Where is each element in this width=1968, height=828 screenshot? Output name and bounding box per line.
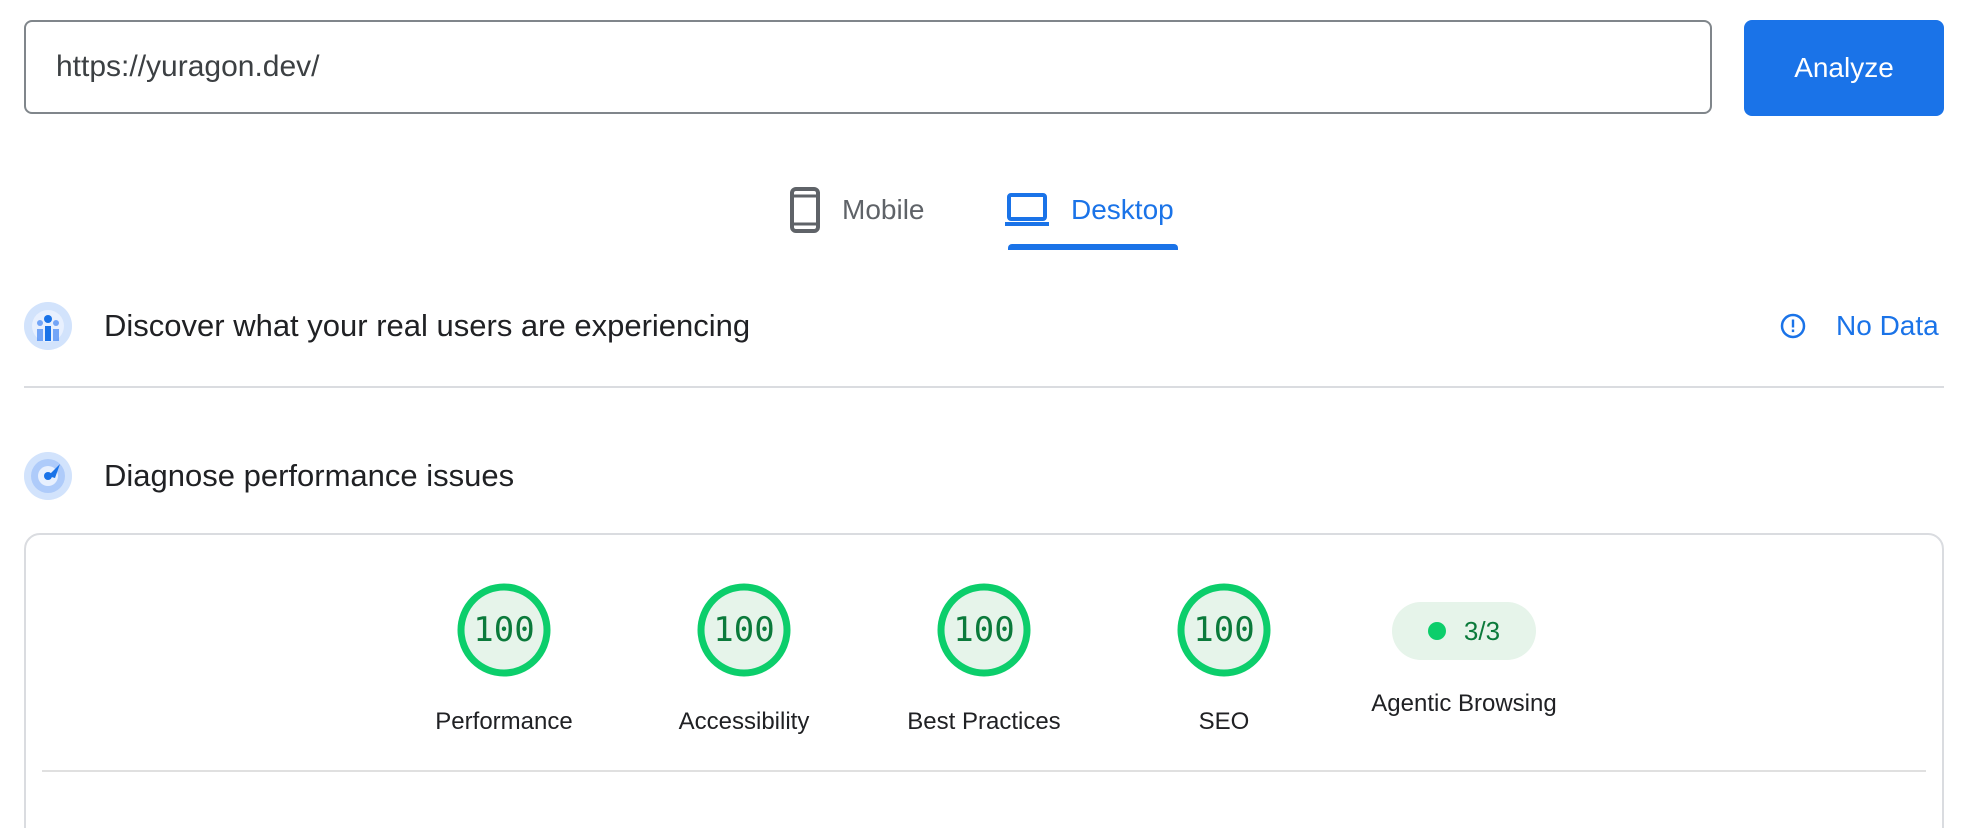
tab-mobile[interactable]: Mobile bbox=[790, 170, 924, 250]
best-practices-gauge[interactable]: 100 Best Practices bbox=[864, 582, 1104, 736]
agentic-browsing-gauge[interactable]: 3/3 Agentic Browsing bbox=[1344, 582, 1584, 718]
agentic-score: 3/3 bbox=[1463, 615, 1501, 646]
performance-score: 100 bbox=[473, 610, 535, 650]
card-divider bbox=[42, 770, 1926, 772]
crux-section-title: Discover what your real users are experi… bbox=[104, 308, 751, 343]
url-input[interactable] bbox=[24, 20, 1712, 114]
pass-dot-icon bbox=[1427, 622, 1446, 640]
diagnose-section-title: Diagnose performance issues bbox=[104, 458, 515, 493]
pagespeed-page: Analyze Mobile Desktop bbox=[0, 0, 1968, 828]
performance-gauge[interactable]: 100 Performance bbox=[384, 582, 624, 736]
seo-label: SEO bbox=[1198, 708, 1250, 735]
active-tab-indicator bbox=[1008, 244, 1178, 250]
accessibility-label: Accessibility bbox=[678, 708, 810, 735]
info-icon bbox=[1780, 313, 1806, 339]
tab-desktop-label: Desktop bbox=[1071, 194, 1174, 225]
score-ring: 100 bbox=[696, 582, 792, 678]
seo-score: 100 bbox=[1193, 610, 1255, 650]
no-data-link[interactable]: No Data bbox=[1780, 306, 1939, 346]
performance-label: Performance bbox=[435, 708, 573, 735]
users-chart-icon bbox=[24, 302, 72, 350]
radar-icon bbox=[24, 452, 72, 500]
score-ring: 100 bbox=[456, 582, 552, 678]
best-practices-score: 100 bbox=[953, 610, 1015, 650]
laptop-icon bbox=[1005, 193, 1049, 227]
analyze-button[interactable]: Analyze bbox=[1744, 20, 1944, 116]
section-divider bbox=[24, 386, 1944, 388]
tab-desktop[interactable]: Desktop bbox=[1005, 170, 1174, 250]
best-practices-label: Best Practices bbox=[907, 708, 1061, 735]
accessibility-gauge[interactable]: 100 Accessibility bbox=[624, 582, 864, 736]
tab-mobile-label: Mobile bbox=[842, 194, 925, 225]
agentic-score-pill: 3/3 bbox=[1392, 602, 1536, 660]
score-ring: 100 bbox=[1176, 582, 1272, 678]
agentic-label: Agentic Browsing bbox=[1371, 690, 1557, 717]
no-data-label: No Data bbox=[1836, 310, 1939, 341]
accessibility-score: 100 bbox=[713, 610, 775, 650]
score-ring: 100 bbox=[936, 582, 1032, 678]
seo-gauge[interactable]: 100 SEO bbox=[1104, 582, 1344, 736]
smartphone-icon bbox=[790, 187, 820, 233]
